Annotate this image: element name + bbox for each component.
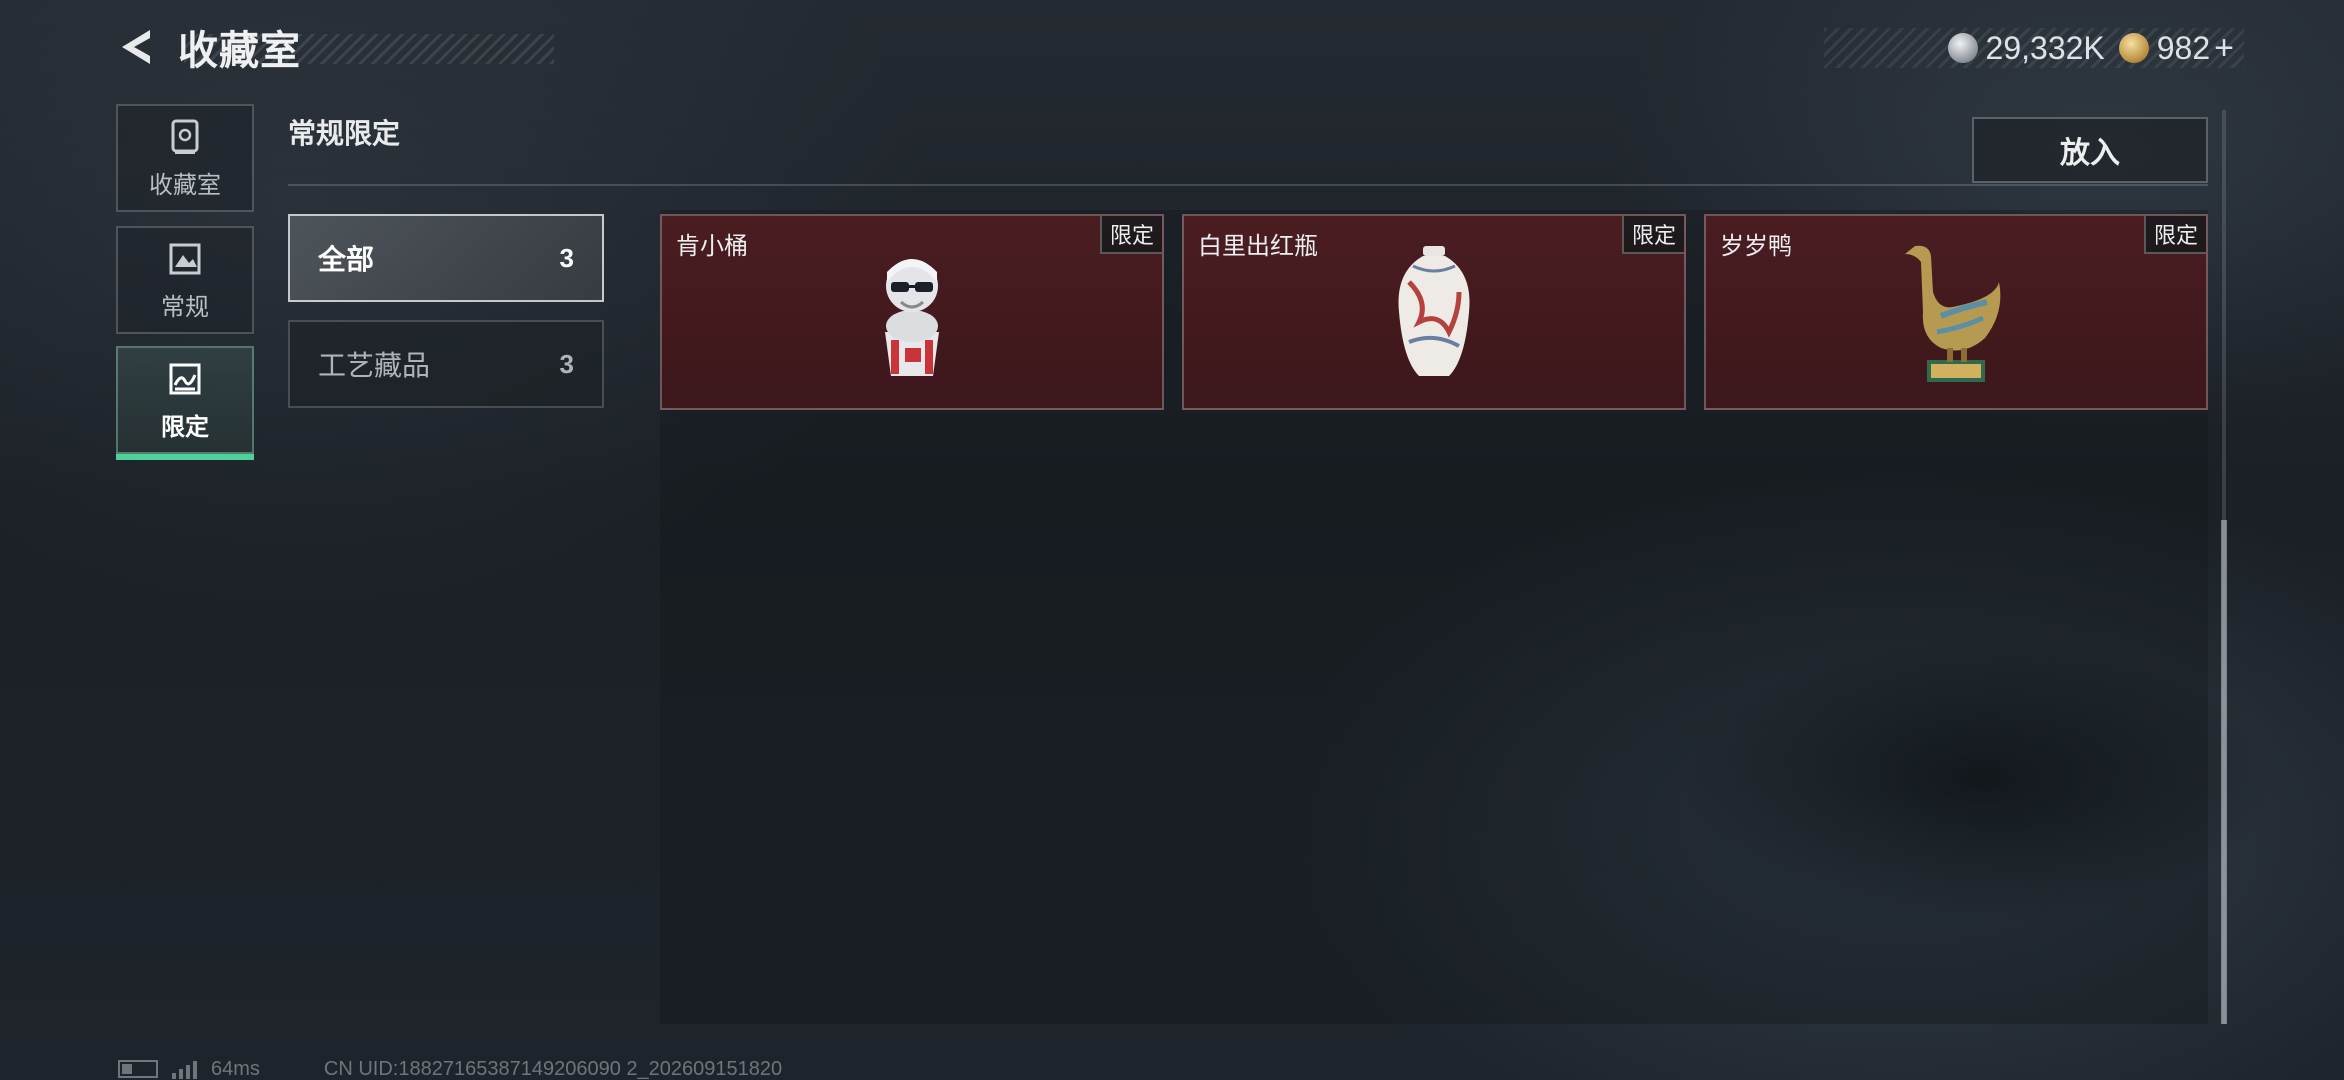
nav-item-collection-room[interactable]: 收藏室: [116, 104, 254, 212]
divider: [288, 184, 2208, 186]
nav-item-regular[interactable]: 常规: [116, 226, 254, 334]
category-count: 3: [559, 242, 574, 273]
duck-statue-icon: [1905, 245, 2001, 382]
signal-icon: [172, 1059, 197, 1079]
back-arrow-icon[interactable]: [114, 24, 160, 70]
kfc-figure-icon: [885, 259, 939, 376]
limited-badge: 限定: [1621, 216, 1684, 254]
status-footer: 64ms CN UID:18827165387149206090 2_20260…: [118, 1058, 782, 1080]
limited-badge: 限定: [2143, 216, 2206, 254]
silver-coin-icon: [1947, 33, 1978, 63]
safe-icon: [171, 119, 199, 154]
battery-icon: [118, 1060, 158, 1078]
category-label: 工艺藏品: [318, 350, 431, 381]
ping-text: 64ms: [211, 1057, 260, 1080]
painting-icon: [169, 243, 201, 274]
gold-currency[interactable]: 982 +: [2118, 29, 2234, 68]
put-in-button[interactable]: 放入: [1972, 117, 2208, 183]
item-name: 白里出红瓶: [1198, 233, 1318, 260]
screen: 收藏室 29,332K 982 + 收藏室 常规 限定 常规限定 放入 全部 3…: [0, 0, 2344, 1080]
nav-label: 收藏室: [149, 171, 221, 199]
silver-amount: 29,332K: [1985, 29, 2105, 66]
limited-badge: 限定: [1099, 216, 1162, 254]
gold-coin-icon: [2118, 33, 2149, 63]
uid-text: CN UID:18827165387149206090 2_2026091518…: [323, 1057, 783, 1080]
item-name: 肯小桶: [676, 233, 748, 260]
collection-card[interactable]: 白里出红瓶 限定: [1182, 214, 1686, 410]
item-name: 岁岁鸭: [1720, 233, 1792, 260]
collection-card[interactable]: 肯小桶 限定: [660, 214, 1164, 410]
page-title: 收藏室: [178, 29, 301, 73]
scrollbar-thumb[interactable]: [2221, 520, 2227, 1024]
currency-bar: 29,332K 982 +: [1824, 28, 2244, 68]
silver-currency: 29,332K: [1947, 29, 2105, 67]
section-title: 常规限定: [288, 118, 401, 149]
header: 收藏室: [114, 22, 554, 73]
category-label: 全部: [318, 244, 375, 275]
limited-icon: [169, 363, 201, 394]
add-gold-button[interactable]: +: [2214, 29, 2234, 68]
gold-amount: 982: [2156, 29, 2211, 66]
category-count: 3: [559, 348, 574, 379]
nav-item-limited[interactable]: 限定: [116, 346, 254, 460]
collection-card[interactable]: 岁岁鸭 限定: [1704, 214, 2208, 410]
nav-label: 限定: [161, 413, 209, 441]
category-all[interactable]: 全部 3: [288, 214, 604, 302]
nav-label: 常规: [161, 293, 209, 321]
vase-icon: [1398, 246, 1470, 376]
category-crafts[interactable]: 工艺藏品 3: [288, 320, 604, 408]
